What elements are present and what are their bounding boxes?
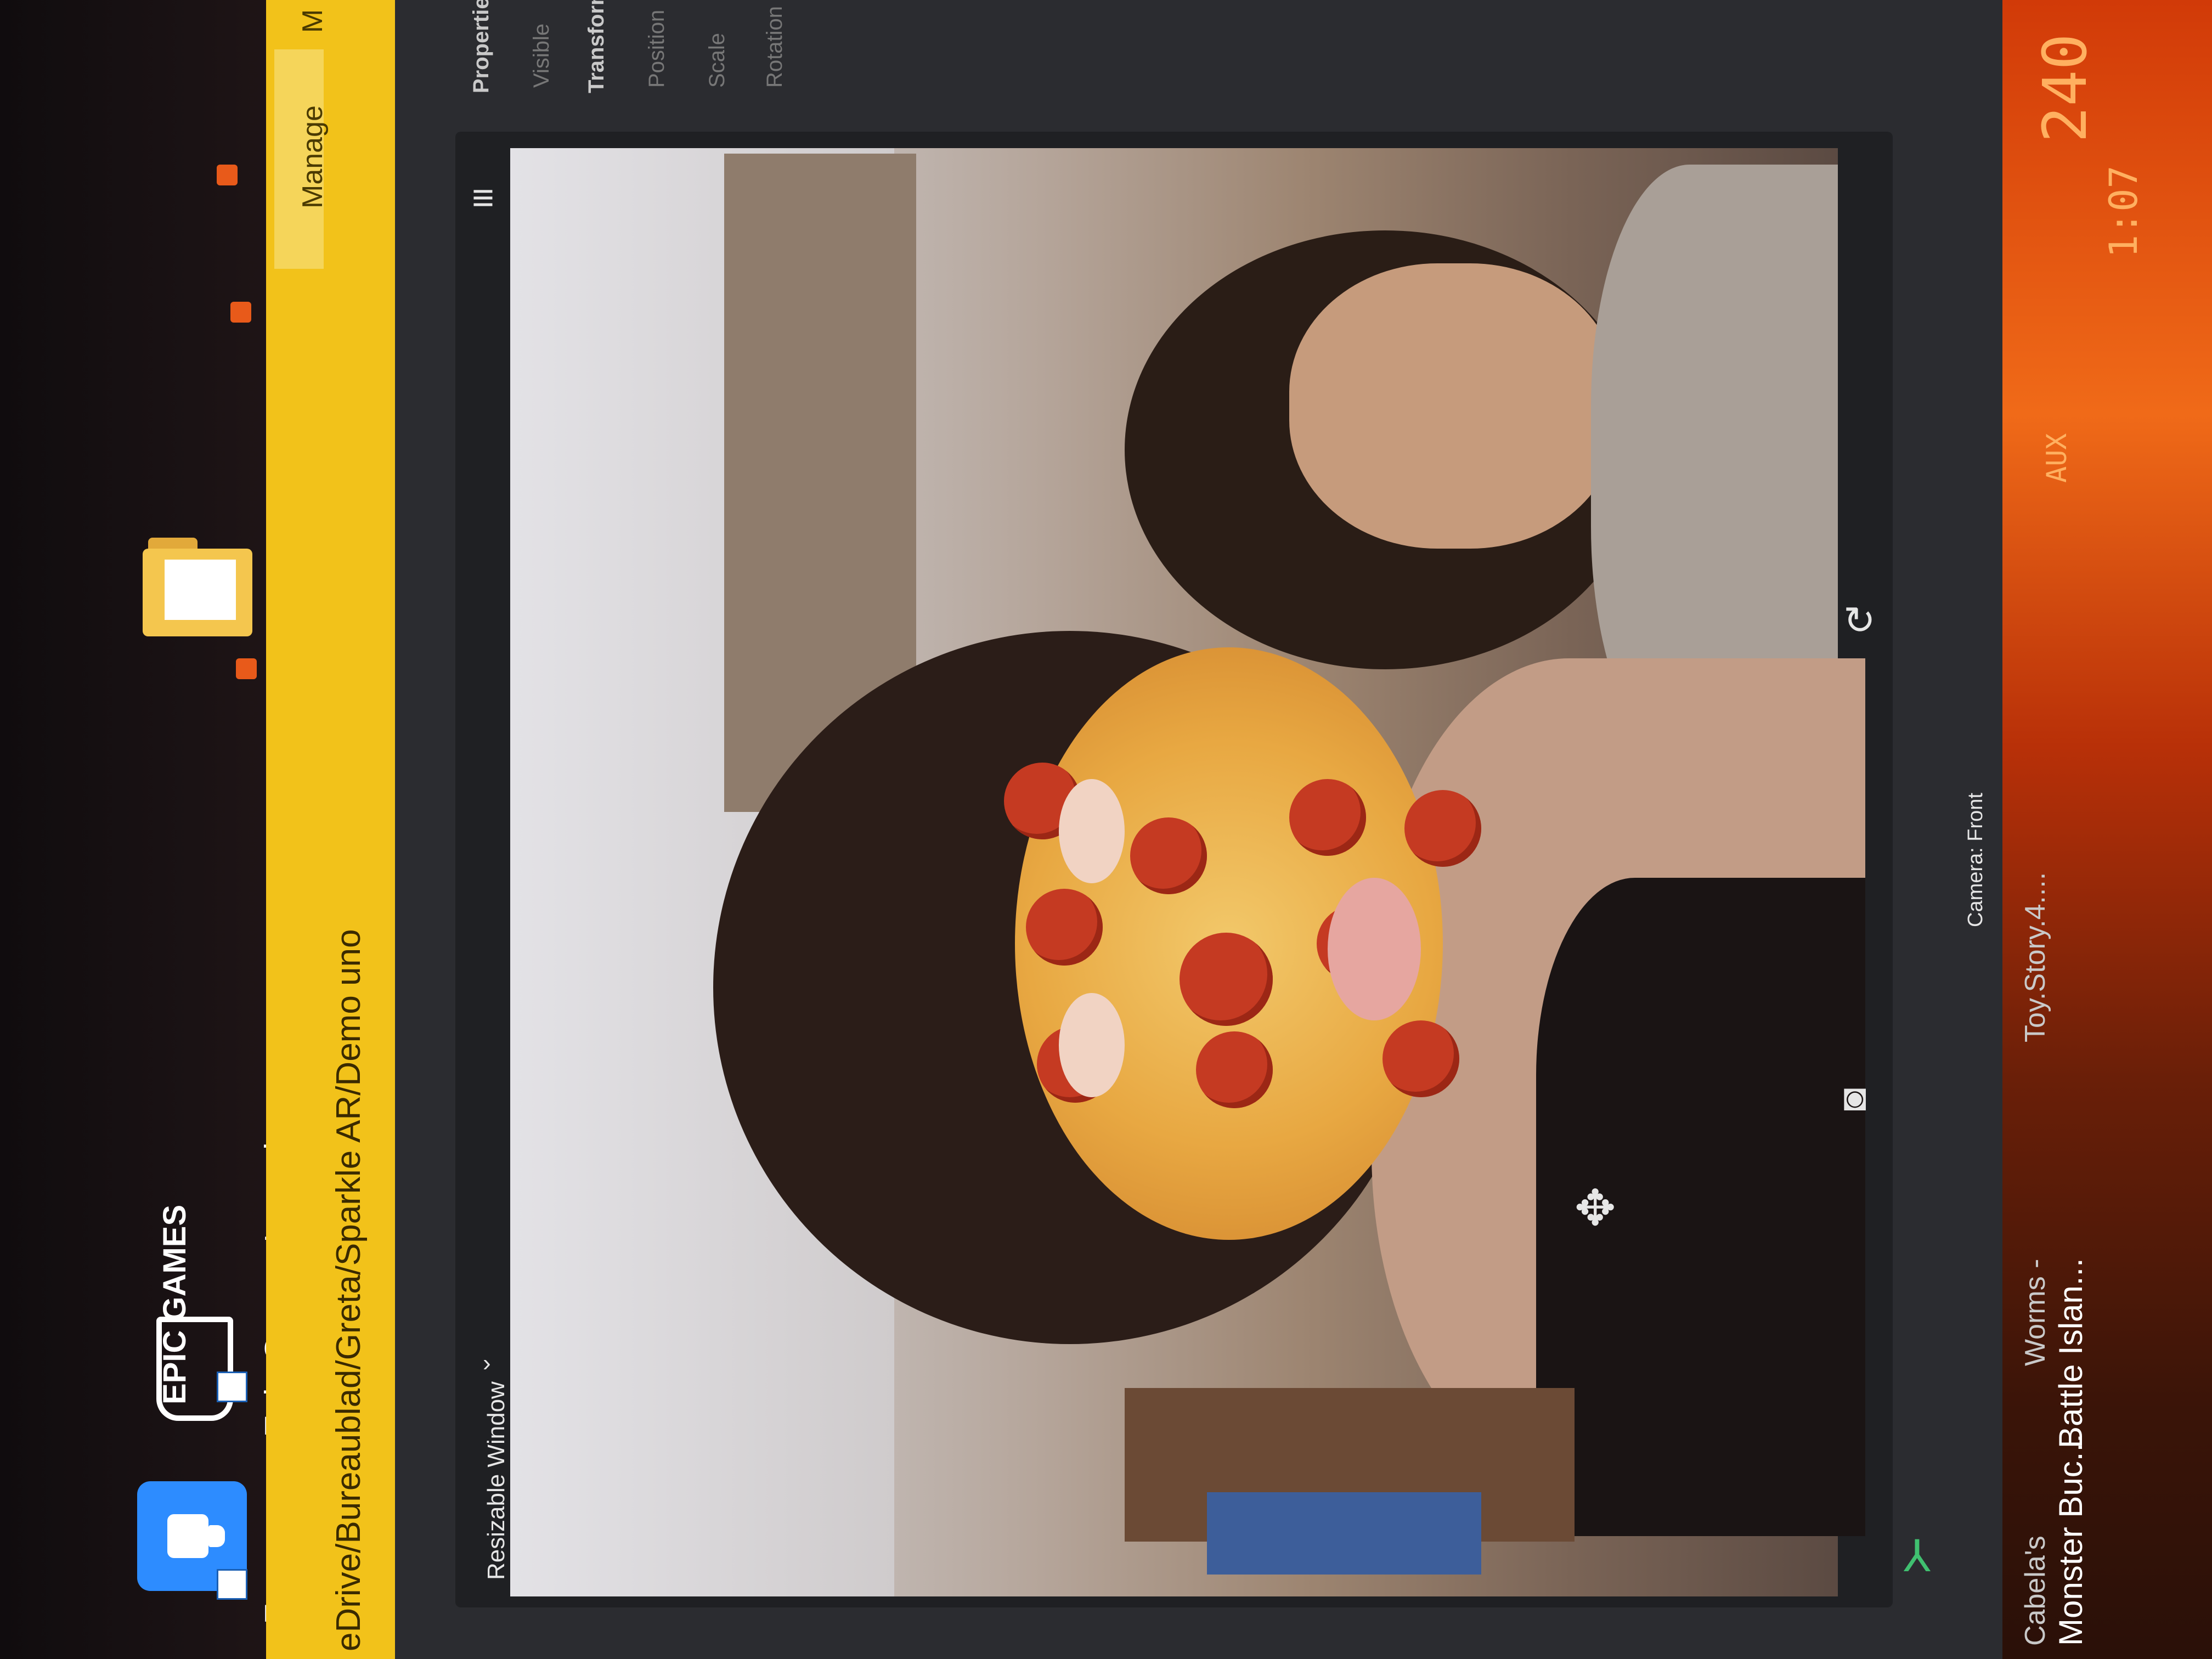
document-icon [165,560,236,620]
dashboard-readout-top: 240 [2030,33,2100,143]
desktop-badge-icon [217,165,238,185]
pepperoni [1196,1031,1273,1108]
hamburger-icon[interactable]: ≡ [472,176,494,219]
pepperoni [1289,779,1366,856]
taskbar-item[interactable]: Worms - [2019,1259,2052,1366]
pepperoni [1180,933,1273,1026]
properties-panel [450,0,2002,132]
taskbar-item[interactable]: Toy.Story.4.... [2019,872,2052,1042]
camera-label: Camera: Front [1964,793,1987,927]
transform-section-header[interactable]: Transform [584,0,609,93]
shortcut-arrow-icon [217,1372,247,1402]
shortcut-arrow-icon [217,1569,247,1600]
camera-capture-icon[interactable]: ◙ [1843,1075,1866,1119]
epic-logo-text: EPIC GAMES [157,1204,193,1404]
ribbon-tab-cut-label[interactable]: M [296,9,329,33]
address-bar-path[interactable]: eDrive/Bureaublad/Greta/Sparkle AR/Demo … [329,929,368,1651]
taskbar-item[interactable]: Cabela's [2019,1536,2052,1646]
pepperoni [1383,1020,1459,1097]
screen: Zoom EPIC GAMES Epic Games Launcher Mana… [0,0,2212,1659]
scale-label: Scale [705,32,729,88]
properties-section-header[interactable]: Propertie [469,0,494,93]
desktop-badge-icon [230,302,251,323]
position-label: Position [645,9,669,88]
pepperoni [1026,889,1103,966]
effect-eye [1059,993,1125,1097]
zoom-camera-lens-icon [208,1525,225,1547]
axis-gizmo-icon[interactable]: ⅄ [1904,1531,1931,1582]
effect-eye [1059,779,1125,883]
rotate-icon[interactable]: ↻ [1843,598,1876,643]
move-arrows-icon[interactable]: ✥ [1575,1180,1616,1237]
scene-person-face [1289,263,1618,549]
resizable-window-dropdown[interactable]: Resizable Window [483,1381,510,1580]
zoom-camera-icon [167,1514,208,1558]
pepperoni [1130,817,1207,894]
taskbar-item[interactable]: Battle Islan... [2052,1258,2090,1448]
scene-object [1207,1492,1481,1575]
dashboard-readout-label: AUX [2041,433,2073,483]
ribbon-tab-manage-label[interactable]: Manage [296,105,329,208]
chevron-down-icon[interactable]: › [483,1350,491,1377]
effect-mouth [1328,878,1421,1020]
pepperoni [1404,790,1481,867]
desktop-badge-icon [236,658,257,679]
visible-label: Visible [529,23,554,88]
rotation-label: Rotation [763,6,787,88]
taskbar-item[interactable]: Monster Buc... [2052,1434,2090,1646]
dashboard-readout-time: 1:07 [2101,165,2146,258]
